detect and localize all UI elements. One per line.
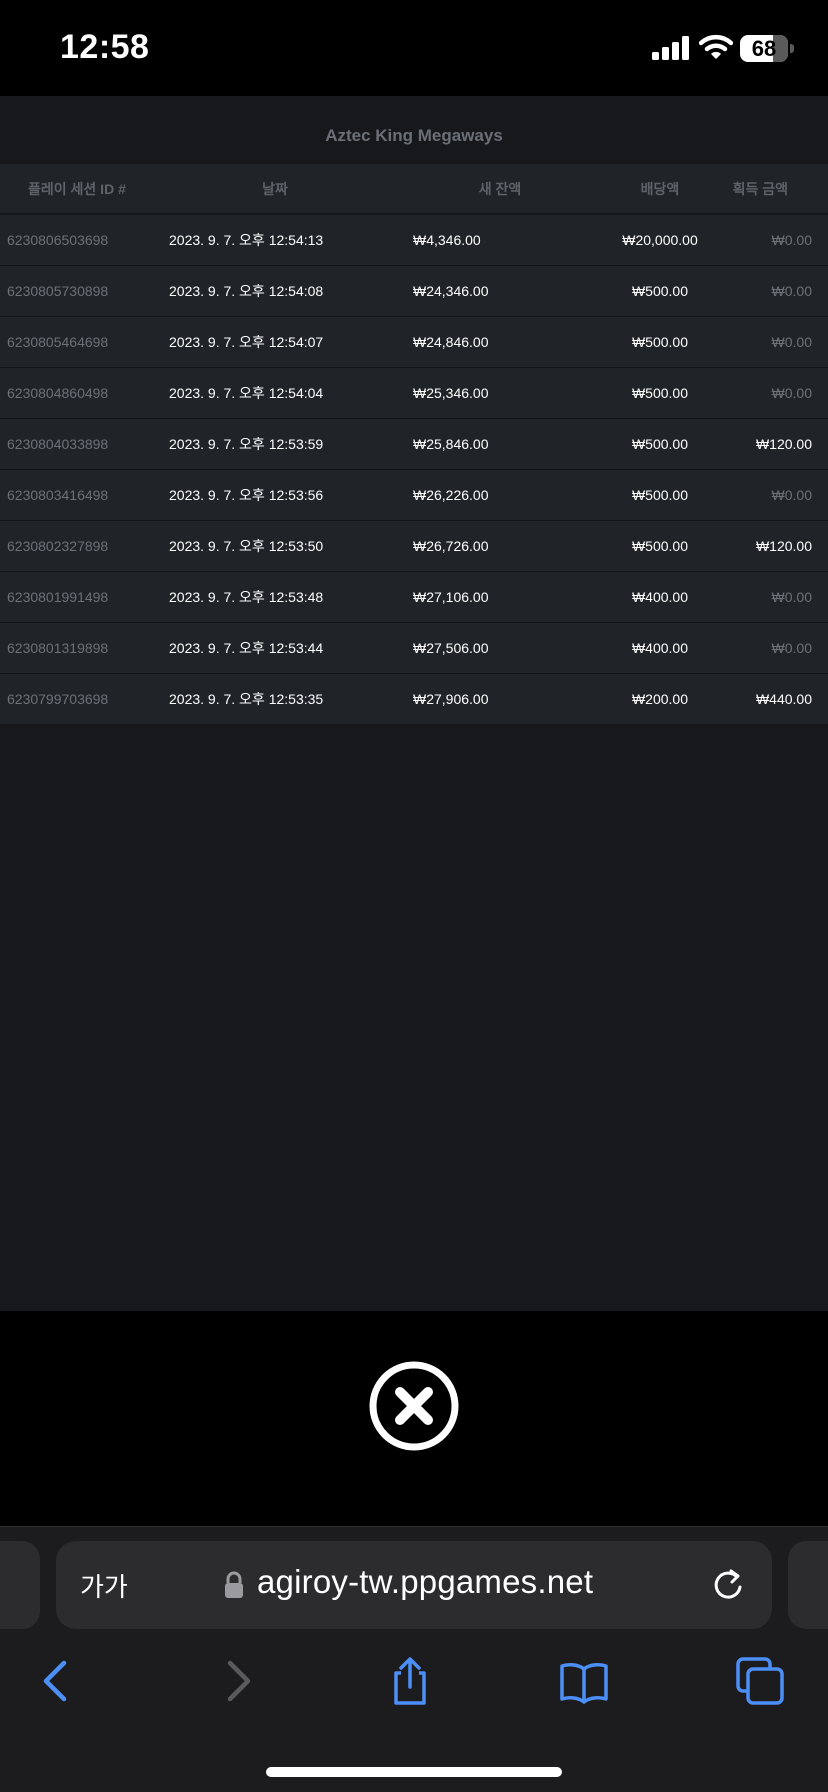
home-indicator [266, 1767, 562, 1777]
cell-new-balance: ₩24,846.00 [410, 315, 550, 367]
cell-new-balance: ₩26,226.00 [410, 468, 550, 520]
cell-bet-amount: ₩500.00 [550, 417, 730, 469]
battery-indicator: 68 [740, 35, 794, 62]
cell-win-amount: ₩0.00 [730, 570, 828, 622]
table-header-row: 플레이 세션 ID # 날짜 새 잔액 배당액 획득 금액 [0, 164, 828, 215]
column-header-session-id: 플레이 세션 ID # [0, 164, 160, 215]
close-icon[interactable] [368, 1360, 460, 1452]
cell-win-amount: ₩0.00 [730, 366, 828, 418]
previous-tab-preview[interactable] [0, 1541, 40, 1629]
table-row[interactable]: 6230802327898 2023. 9. 7. 오후 12:53:50 ₩2… [0, 519, 828, 571]
cell-session-id: 6230804033898 [0, 417, 160, 469]
cell-date: 2023. 9. 7. 오후 12:53:44 [160, 621, 410, 673]
column-header-win-amount: 획득 금액 [730, 164, 828, 215]
cell-new-balance: ₩24,346.00 [410, 264, 550, 316]
status-bar: 12:58 68 [0, 0, 828, 96]
reader-view-button[interactable]: 가가 [80, 1567, 128, 1604]
cell-date: 2023. 9. 7. 오후 12:53:48 [160, 570, 410, 622]
cell-date: 2023. 9. 7. 오후 12:54:07 [160, 315, 410, 367]
cell-bet-amount: ₩400.00 [550, 621, 730, 673]
url-text[interactable]: agiroy-tw.ppgames.net [257, 1563, 593, 1601]
close-area [0, 1311, 828, 1526]
signal-icon [652, 36, 689, 60]
cell-date: 2023. 9. 7. 오후 12:53:35 [160, 672, 410, 724]
game-title: Aztec King Megaways [325, 126, 503, 145]
book-icon[interactable] [558, 1655, 610, 1707]
cell-bet-amount: ₩400.00 [550, 570, 730, 622]
table-row[interactable]: 6230804860498 2023. 9. 7. 오후 12:54:04 ₩2… [0, 366, 828, 418]
table-row[interactable]: 6230801319898 2023. 9. 7. 오후 12:53:44 ₩2… [0, 621, 828, 673]
wifi-icon [699, 34, 733, 59]
cell-session-id: 6230799703698 [0, 672, 160, 724]
table-row[interactable]: 6230805464698 2023. 9. 7. 오후 12:54:07 ₩2… [0, 315, 828, 367]
cell-win-amount: ₩0.00 [730, 264, 828, 316]
column-header-bet-amount: 배당액 [550, 164, 730, 215]
cell-session-id: 6230803416498 [0, 468, 160, 520]
cell-bet-amount: ₩20,000.00 [550, 213, 730, 265]
status-time: 12:58 [60, 28, 150, 66]
cell-session-id: 6230805730898 [0, 264, 160, 316]
cell-win-amount: ₩440.00 [730, 672, 828, 724]
table-row[interactable]: 6230803416498 2023. 9. 7. 오후 12:53:56 ₩2… [0, 468, 828, 520]
address-bar[interactable]: 가가 agiroy-tw.ppgames.net [56, 1541, 772, 1629]
cell-date: 2023. 9. 7. 오후 12:54:04 [160, 366, 410, 418]
reload-icon[interactable] [710, 1567, 746, 1603]
cell-bet-amount: ₩500.00 [550, 264, 730, 316]
cell-win-amount: ₩120.00 [730, 519, 828, 571]
browser-toolbar: 가가 agiroy-tw.ppgames.net [0, 1526, 828, 1792]
cell-session-id: 6230805464698 [0, 315, 160, 367]
table-row[interactable]: 6230806503698 2023. 9. 7. 오후 12:54:13 ₩4… [0, 213, 828, 265]
cell-new-balance: ₩25,346.00 [410, 366, 550, 418]
cell-date: 2023. 9. 7. 오후 12:53:56 [160, 468, 410, 520]
cell-win-amount: ₩0.00 [730, 621, 828, 673]
cell-session-id: 6230804860498 [0, 366, 160, 418]
chevron-left-icon[interactable] [32, 1655, 84, 1707]
cell-session-id: 6230801319898 [0, 621, 160, 673]
cell-new-balance: ₩27,106.00 [410, 570, 550, 622]
battery-level: 68 [751, 36, 777, 61]
cell-date: 2023. 9. 7. 오후 12:54:13 [160, 213, 410, 265]
history-panel: Aztec King Megaways 플레이 세션 ID # 날짜 새 잔액 … [0, 96, 828, 1311]
cell-date: 2023. 9. 7. 오후 12:53:59 [160, 417, 410, 469]
cell-bet-amount: ₩500.00 [550, 468, 730, 520]
cell-bet-amount: ₩500.00 [550, 315, 730, 367]
cell-date: 2023. 9. 7. 오후 12:54:08 [160, 264, 410, 316]
cell-bet-amount: ₩500.00 [550, 519, 730, 571]
cell-win-amount: ₩0.00 [730, 468, 828, 520]
cell-new-balance: ₩27,506.00 [410, 621, 550, 673]
table-row[interactable]: 6230801991498 2023. 9. 7. 오후 12:53:48 ₩2… [0, 570, 828, 622]
lock-icon [225, 1571, 243, 1598]
column-header-date: 날짜 [160, 164, 410, 215]
share-icon[interactable] [384, 1655, 436, 1707]
cell-date: 2023. 9. 7. 오후 12:53:50 [160, 519, 410, 571]
cell-new-balance: ₩26,726.00 [410, 519, 550, 571]
tabs-icon[interactable] [734, 1655, 786, 1707]
cell-session-id: 6230806503698 [0, 213, 160, 265]
cell-bet-amount: ₩200.00 [550, 672, 730, 724]
history-table: 플레이 세션 ID # 날짜 새 잔액 배당액 획득 금액 6230806503… [0, 164, 828, 724]
table-row[interactable]: 6230799703698 2023. 9. 7. 오후 12:53:35 ₩2… [0, 672, 828, 724]
cell-session-id: 6230802327898 [0, 519, 160, 571]
cell-bet-amount: ₩500.00 [550, 366, 730, 418]
chevron-right-icon[interactable] [210, 1655, 262, 1707]
cell-new-balance: ₩25,846.00 [410, 417, 550, 469]
cell-win-amount: ₩0.00 [730, 315, 828, 367]
column-header-new-balance: 새 잔액 [410, 164, 550, 215]
cell-win-amount: ₩0.00 [730, 213, 828, 265]
table-row[interactable]: 6230805730898 2023. 9. 7. 오후 12:54:08 ₩2… [0, 264, 828, 316]
cell-new-balance: ₩4,346.00 [410, 213, 550, 265]
cell-new-balance: ₩27,906.00 [410, 672, 550, 724]
cell-win-amount: ₩120.00 [730, 417, 828, 469]
cell-session-id: 6230801991498 [0, 570, 160, 622]
table-row[interactable]: 6230804033898 2023. 9. 7. 오후 12:53:59 ₩2… [0, 417, 828, 469]
next-tab-preview[interactable] [788, 1541, 828, 1629]
